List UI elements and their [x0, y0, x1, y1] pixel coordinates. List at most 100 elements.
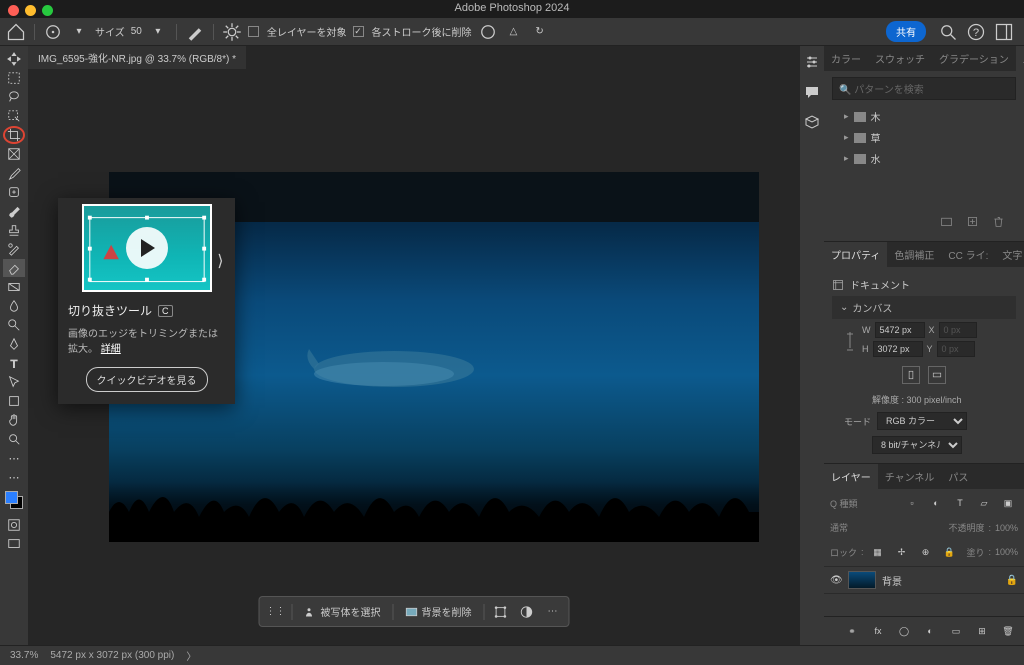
landscape-icon[interactable] — [928, 366, 946, 384]
screen-mode[interactable] — [3, 535, 25, 553]
libraries-panel-icon[interactable] — [802, 112, 822, 132]
healing-tool[interactable] — [3, 183, 25, 201]
adjustments-tab[interactable]: 色調補正 — [887, 242, 941, 267]
link-layers-icon[interactable]: ⚭ — [842, 621, 862, 641]
create-folder-icon[interactable] — [936, 211, 956, 231]
more-options-icon[interactable]: ⋯ — [543, 602, 563, 622]
new-item-icon[interactable] — [962, 211, 982, 231]
filter-smart-icon[interactable]: ▣ — [998, 493, 1018, 513]
type-tool[interactable]: T — [3, 354, 25, 372]
pen-tool[interactable] — [3, 335, 25, 353]
fill-value[interactable]: 100% — [995, 547, 1018, 557]
window-controls[interactable] — [8, 5, 53, 16]
close-window[interactable] — [8, 5, 19, 16]
height-input[interactable]: 3072 px — [873, 341, 923, 357]
blend-mode[interactable]: 通常 — [830, 521, 944, 534]
pressure-icon[interactable] — [478, 22, 498, 42]
color-mode-select[interactable]: RGB カラー — [877, 412, 967, 430]
drag-handle-icon[interactable]: ⋮⋮ — [266, 602, 286, 622]
history-brush-tool[interactable] — [3, 240, 25, 258]
status-arrow[interactable]: 〉 — [186, 648, 196, 663]
rotate-icon[interactable]: ↻ — [530, 22, 550, 42]
filter-shape-icon[interactable]: ▱ — [974, 493, 994, 513]
workspace-icon[interactable] — [994, 22, 1014, 42]
layer-thumbnail[interactable] — [848, 571, 876, 589]
size-value[interactable]: 50 — [131, 26, 142, 37]
layer-mask-icon[interactable]: ◯ — [894, 621, 914, 641]
paths-tab[interactable]: パス — [941, 464, 975, 489]
cc-libraries-tab[interactable]: CC ライ: — [941, 242, 995, 267]
adjust-icon[interactable] — [517, 602, 537, 622]
frame-tool[interactable] — [3, 145, 25, 163]
filter-image-icon[interactable]: ▫ — [902, 493, 922, 513]
width-input[interactable]: 5472 px — [875, 322, 925, 338]
tooltip-video-thumb[interactable]: ⟩ — [82, 204, 212, 292]
pattern-folder[interactable]: 木 — [832, 106, 1016, 127]
opacity-value[interactable]: 100% — [995, 523, 1018, 533]
remove-bg-button[interactable]: 背景を削除 — [400, 601, 478, 622]
gradients-tab[interactable]: グラデーション — [932, 46, 1016, 71]
color-tab[interactable]: カラー — [824, 46, 868, 71]
filter-adjust-icon[interactable]: ◐ — [926, 493, 946, 513]
channels-tab[interactable]: チャンネル — [878, 464, 942, 489]
lock-position-icon[interactable]: ✢ — [892, 542, 912, 562]
dodge-tool[interactable] — [3, 316, 25, 334]
brush-settings-icon[interactable] — [185, 22, 205, 42]
crop-tool[interactable] — [3, 126, 25, 144]
brush-preview-icon[interactable] — [43, 22, 63, 42]
marquee-tool[interactable] — [3, 69, 25, 87]
search-icon[interactable] — [938, 22, 958, 42]
lasso-tool[interactable] — [3, 88, 25, 106]
filter-type-icon[interactable]: T — [950, 493, 970, 513]
color-swatches[interactable] — [5, 491, 23, 509]
visibility-icon[interactable]: 👁 — [830, 575, 842, 586]
brush-tool[interactable] — [3, 202, 25, 220]
each-stroke-checkbox[interactable] — [353, 26, 364, 37]
portrait-icon[interactable] — [902, 366, 920, 384]
delete-icon[interactable] — [988, 211, 1008, 231]
help-icon[interactable]: ? — [966, 22, 986, 42]
more-tools[interactable]: ⋯ — [3, 449, 25, 467]
eraser-tool[interactable] — [3, 259, 25, 277]
layer-row[interactable]: 👁 背景 🔒 — [824, 566, 1024, 594]
quick-mask[interactable] — [3, 516, 25, 534]
hand-tool[interactable] — [3, 411, 25, 429]
y-input[interactable]: 0 px — [937, 341, 975, 357]
lock-artboard-icon[interactable]: ⊕ — [916, 542, 936, 562]
next-slide-icon[interactable]: ⟩ — [217, 251, 223, 271]
properties-tab[interactable]: プロパティ — [824, 242, 887, 267]
transform-icon[interactable] — [491, 602, 511, 622]
share-button[interactable]: 共有 — [886, 21, 926, 42]
size-arrow[interactable]: ▾ — [148, 22, 168, 42]
edit-toolbar[interactable]: ⋯ — [3, 468, 25, 486]
adjustments-panel-icon[interactable] — [802, 52, 822, 72]
comments-panel-icon[interactable] — [802, 82, 822, 102]
gear-icon[interactable] — [222, 22, 242, 42]
all-layers-checkbox[interactable] — [248, 26, 259, 37]
play-icon[interactable] — [126, 227, 168, 269]
zoom-tool[interactable] — [3, 430, 25, 448]
x-input[interactable]: 0 px — [939, 322, 977, 338]
selection-tool[interactable] — [3, 107, 25, 125]
pattern-folder[interactable]: 水 — [832, 148, 1016, 169]
pattern-search[interactable]: 🔍 パターンを検索 — [832, 77, 1016, 100]
pattern-folder[interactable]: 草 — [832, 127, 1016, 148]
lock-icon[interactable]: 🔒 — [1006, 575, 1018, 586]
move-tool[interactable] — [3, 50, 25, 68]
group-icon[interactable]: ▭ — [946, 621, 966, 641]
new-layer-icon[interactable]: ⊞ — [972, 621, 992, 641]
layers-tab[interactable]: レイヤー — [824, 464, 878, 489]
home-icon[interactable] — [6, 22, 26, 42]
layer-style-icon[interactable]: fx — [868, 621, 888, 641]
stamp-tool[interactable] — [3, 221, 25, 239]
patterns-tab[interactable]: パターン — [1016, 46, 1024, 71]
bit-depth-select[interactable]: 8 bit/チャンネル — [872, 436, 962, 454]
path-select-tool[interactable] — [3, 373, 25, 391]
lock-pixels-icon[interactable]: ▦ — [868, 542, 888, 562]
select-subject-button[interactable]: 被写体を選択 — [299, 601, 387, 622]
tooltip-learn-more[interactable]: 詳細 — [101, 344, 121, 355]
brush-picker-icon[interactable]: ▾ — [69, 22, 89, 42]
character-tab[interactable]: 文字 — [995, 242, 1024, 267]
swatches-tab[interactable]: スウォッチ — [868, 46, 932, 71]
document-dims[interactable]: 5472 px x 3072 px (300 ppi) — [50, 650, 174, 661]
